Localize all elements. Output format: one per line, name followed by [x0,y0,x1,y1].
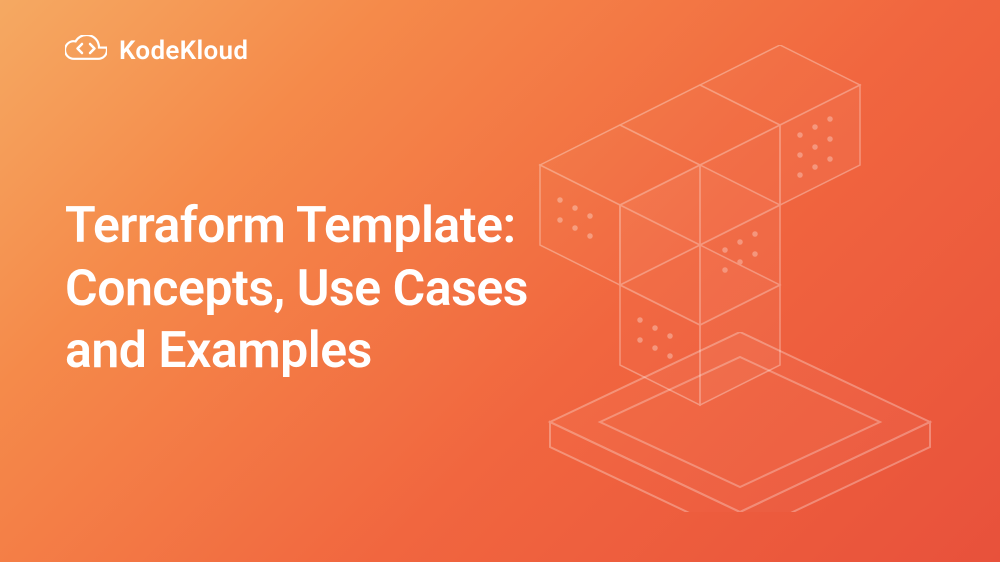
brand-name: KodeKloud [119,36,248,66]
title-line-2: Concepts, Use Cases [65,260,528,318]
title-area: Terraform Template: Concepts, Use Cases … [65,195,528,383]
title-line-1: Terraform Template: [65,197,516,255]
cloud-code-icon [65,35,107,67]
terraform-logo-illustration [480,45,960,525]
header: KodeKloud [65,35,248,67]
page-title: Terraform Template: Concepts, Use Cases … [65,195,528,383]
title-line-3: and Examples [65,322,372,380]
